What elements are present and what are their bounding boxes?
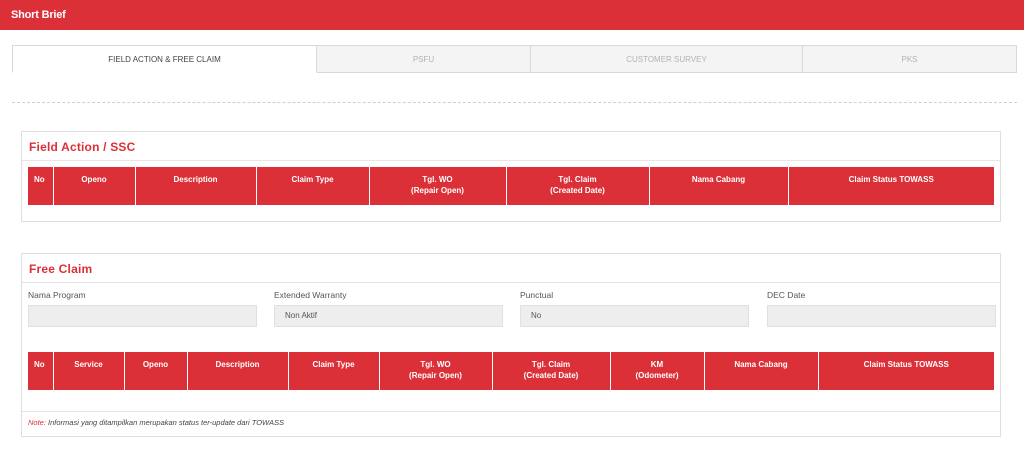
- note-text: Note: Informasi yang ditampilkan merupak…: [28, 418, 284, 427]
- dec-date-label: DEC Date: [767, 290, 806, 300]
- col-tgl-wo-sub: (Repair Open): [409, 371, 462, 380]
- tab-pks[interactable]: PKS: [803, 45, 1017, 73]
- col-description: Description: [135, 167, 257, 205]
- note-label: Note:: [28, 418, 46, 427]
- col-claim-status: Claim Status TOWASS: [788, 167, 994, 205]
- top-bar: Short Brief: [0, 0, 1024, 30]
- col-no: No: [28, 352, 54, 390]
- free-claim-table: No Service Openo Description Claim Type …: [28, 352, 994, 390]
- panel-divider: [22, 160, 1000, 161]
- panel-divider: [22, 411, 1000, 412]
- col-tgl-wo-sub: (Repair Open): [411, 186, 464, 195]
- punctual-field: No: [520, 305, 749, 327]
- table-header-row: No Openo Description Claim Type Tgl. WO (…: [28, 167, 994, 205]
- col-service: Service: [53, 352, 125, 390]
- nama-program-field: [28, 305, 257, 327]
- col-tgl-wo: Tgl. WO (Repair Open): [379, 352, 493, 390]
- section-divider: [12, 102, 1017, 103]
- col-km-sub: (Odometer): [635, 371, 679, 380]
- col-tgl-claim-sub: (Created Date): [550, 186, 605, 195]
- col-claim-type: Claim Type: [256, 167, 370, 205]
- col-nama-cabang: Nama Cabang: [704, 352, 819, 390]
- col-km-label: KM: [650, 360, 664, 369]
- tab-bar: FIELD ACTION & FREE CLAIM PSFU CUSTOMER …: [12, 45, 1017, 73]
- col-openo: Openo: [53, 167, 136, 205]
- extended-warranty-label: Extended Warranty: [274, 290, 347, 300]
- table-header-row: No Service Openo Description Claim Type …: [28, 352, 994, 390]
- col-tgl-claim-label: Tgl. Claim: [558, 175, 597, 184]
- panel-divider: [22, 282, 1000, 283]
- col-tgl-claim-label: Tgl. Claim: [531, 360, 571, 369]
- col-description: Description: [187, 352, 289, 390]
- tab-customer-survey[interactable]: CUSTOMER SURVEY: [531, 45, 803, 73]
- note-body: Informasi yang ditampilkan merupakan sta…: [48, 418, 284, 427]
- col-claim-status: Claim Status TOWASS: [818, 352, 994, 390]
- col-tgl-wo-label: Tgl. WO: [422, 175, 453, 184]
- col-tgl-wo-label: Tgl. WO: [420, 360, 451, 369]
- tab-psfu[interactable]: PSFU: [317, 45, 531, 73]
- col-no: No: [28, 167, 54, 205]
- col-nama-cabang: Nama Cabang: [649, 167, 789, 205]
- field-action-table: No Openo Description Claim Type Tgl. WO (…: [28, 167, 994, 205]
- page-title: Short Brief: [11, 9, 66, 21]
- field-action-title: Field Action / SSC: [29, 140, 136, 154]
- col-tgl-wo: Tgl. WO (Repair Open): [369, 167, 507, 205]
- dec-date-field: [767, 305, 996, 327]
- col-claim-type: Claim Type: [288, 352, 380, 390]
- col-tgl-claim-sub: (Created Date): [523, 371, 579, 380]
- col-km: KM (Odometer): [610, 352, 705, 390]
- extended-warranty-field: Non Aktif: [274, 305, 503, 327]
- tab-field-action-free-claim[interactable]: FIELD ACTION & FREE CLAIM: [12, 45, 317, 73]
- col-tgl-claim: Tgl. Claim (Created Date): [506, 167, 650, 205]
- col-tgl-claim: Tgl. Claim (Created Date): [492, 352, 611, 390]
- field-action-panel: Field Action / SSC No Openo Description …: [21, 131, 1001, 222]
- punctual-label: Punctual: [520, 290, 554, 300]
- free-claim-panel: Free Claim Nama Program Extended Warrant…: [21, 253, 1001, 437]
- col-openo: Openo: [124, 352, 188, 390]
- free-claim-title: Free Claim: [29, 262, 93, 276]
- nama-program-label: Nama Program: [28, 290, 86, 300]
